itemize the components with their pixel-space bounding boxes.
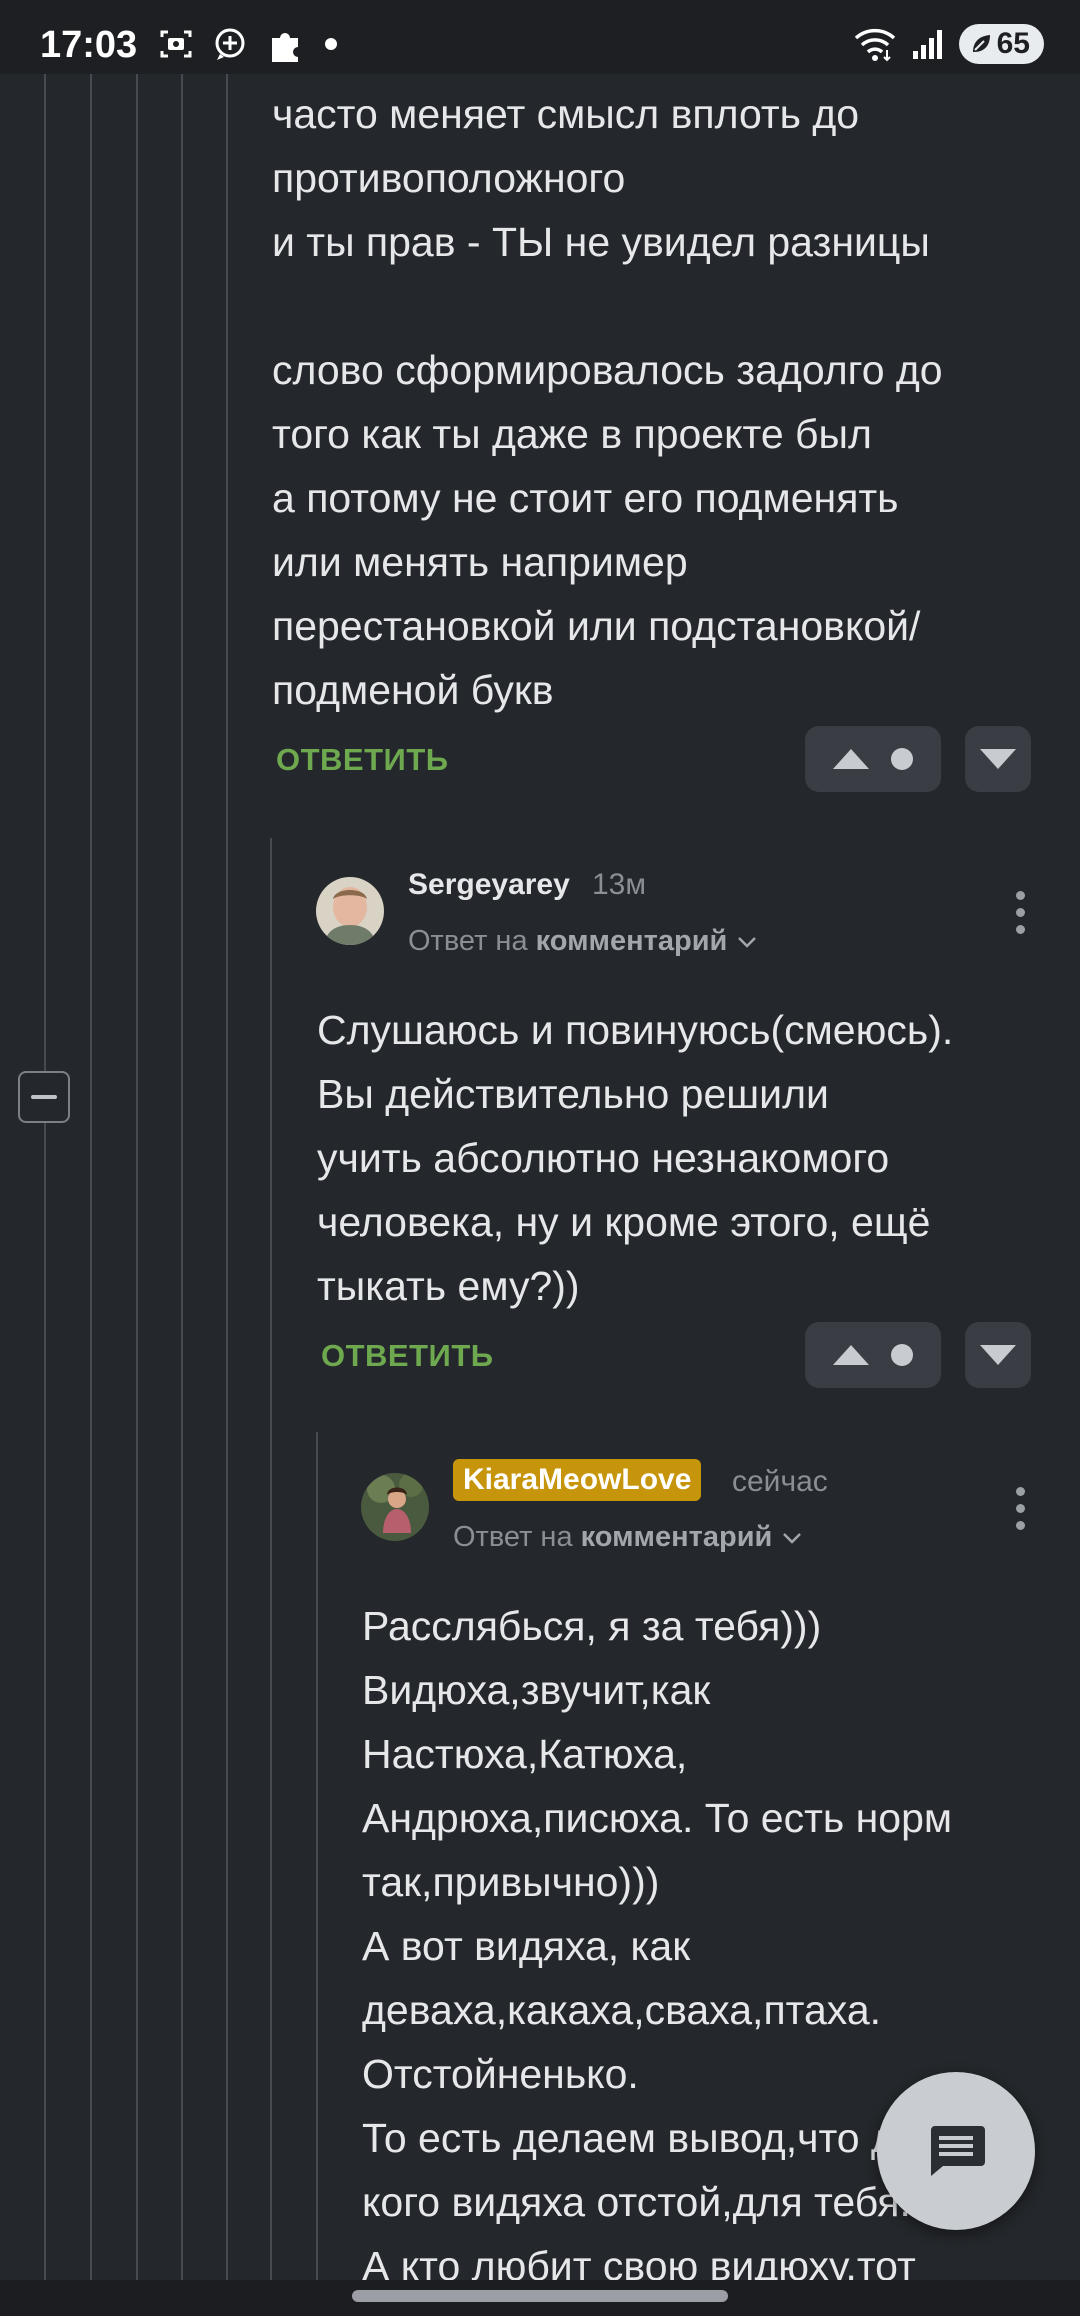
battery-level: 65 <box>996 27 1030 60</box>
comment-author[interactable]: KiaraMeowLove <box>453 1459 702 1501</box>
avatar-kiarameowlove <box>361 1473 429 1541</box>
comment-line: деваха,какаха,сваха,птаха. <box>362 1987 882 2033</box>
rating-dot-icon <box>891 1344 913 1366</box>
reply-to-link[interactable]: Ответ на комментарий <box>453 1521 804 1554</box>
reply-to-target: комментарий <box>535 925 728 957</box>
comment-line: подменой букв <box>272 667 554 713</box>
reply-button[interactable]: ОТВЕТИТЬ <box>276 742 449 778</box>
thread-line <box>270 838 272 2280</box>
comment-line: То есть делаем вывод,что для <box>362 2115 942 2161</box>
reply-to-link[interactable]: Ответ на комментарий <box>408 925 759 958</box>
comment-line: учить абсолютно незнакомого <box>317 1135 890 1181</box>
comment-line: Видюха,звучит,как <box>362 1667 711 1713</box>
open-comments-button[interactable] <box>877 2072 1035 2230</box>
comment-line: так,привычно))) <box>362 1859 660 1905</box>
collapse-thread-button[interactable] <box>18 1071 70 1123</box>
comment-line: того как ты даже в проекте был <box>272 411 872 457</box>
status-time: 17:03 <box>40 24 138 66</box>
comment-time: 13м <box>592 868 646 901</box>
thread-line <box>90 74 92 2280</box>
comment-line: и ты прав - ТЫ не увидел разницы <box>272 219 930 265</box>
comment-line: противоположного <box>272 155 626 201</box>
comment-line: человека, ну и кроме этого, ещё <box>317 1199 931 1245</box>
system-icons: 65 <box>853 22 1044 66</box>
more-options-icon[interactable] <box>1010 1487 1030 1530</box>
triangle-down-icon <box>980 749 1016 769</box>
add-circle-icon <box>215 28 245 60</box>
signal-icon <box>912 30 942 59</box>
avatar-sergeyarey <box>316 877 384 945</box>
comment-line: часто меняет смысл вплоть до <box>272 91 860 137</box>
downvote-button[interactable] <box>965 1322 1031 1388</box>
screenshot-icon <box>160 30 192 58</box>
comment-line: Слушаюсь и повинуюсь(смеюсь). <box>317 1007 954 1053</box>
reply-button[interactable]: ОТВЕТИТЬ <box>321 1338 494 1374</box>
rating-dot-icon <box>891 748 913 770</box>
navigation-bar <box>0 2280 1080 2316</box>
minus-icon <box>31 1095 57 1099</box>
avatar[interactable] <box>361 1473 429 1541</box>
dot-icon <box>325 38 337 50</box>
comment-line: Настюха,Катюха, <box>362 1731 688 1777</box>
comment-line: перестановкой или подстановкой/ <box>272 603 921 649</box>
comment-text: Расслябься, я за тебя))) Видюха,звучит,к… <box>362 1594 952 2298</box>
downvote-button[interactable] <box>965 726 1031 792</box>
thread-line <box>136 74 138 2280</box>
comment-author[interactable]: Sergeyarey <box>408 868 570 902</box>
reply-to-prefix: Ответ на <box>408 925 528 957</box>
reply-to-prefix: Ответ на <box>453 1521 573 1553</box>
comment-line: Андрюха,писюха. То есть норм <box>362 1795 953 1841</box>
wifi-icon <box>854 28 895 62</box>
status-bar: 17:03 65 <box>0 0 1080 74</box>
comment-line <box>272 274 943 338</box>
avatar[interactable] <box>316 877 384 945</box>
more-options-icon[interactable] <box>1010 891 1030 934</box>
triangle-up-icon <box>833 749 869 769</box>
reply-to-target: комментарий <box>580 1521 773 1553</box>
comment-line: А вот видяха, как <box>362 1923 691 1969</box>
comment-line: Расслябься, я за тебя))) <box>362 1603 822 1649</box>
comment-line: слово сформировалось задолго до <box>272 347 943 393</box>
thread-line <box>316 1432 318 2280</box>
chevron-down-icon <box>738 937 757 948</box>
triangle-up-icon <box>833 1345 869 1365</box>
thread-line <box>181 74 183 2280</box>
comment-time: сейчас <box>732 1465 828 1498</box>
battery-indicator: 65 <box>958 24 1044 64</box>
comment-text: часто меняет смысл вплоть до противополо… <box>272 82 943 722</box>
notification-icons <box>158 22 338 66</box>
message-icon <box>931 2126 985 2176</box>
upvote-button[interactable] <box>805 726 941 792</box>
comment-line: тыкать ему?)) <box>317 1263 580 1309</box>
triangle-down-icon <box>980 1345 1016 1365</box>
chevron-down-icon <box>783 1533 802 1544</box>
comment-line: Вы действительно решили <box>317 1071 829 1117</box>
comment-line: Отстойненько. <box>362 2051 639 2097</box>
puzzle-icon <box>272 33 298 62</box>
thread-line <box>226 74 228 2280</box>
upvote-button[interactable] <box>805 1322 941 1388</box>
battery-leaf-icon <box>972 35 990 52</box>
thread-line <box>44 74 46 2280</box>
home-gesture-handle[interactable] <box>352 2290 728 2302</box>
comment-line: или менять например <box>272 539 688 585</box>
comment-line: кого видяха отстой,для тебя. <box>362 2179 911 2225</box>
comment-text: Слушаюсь и повинуюсь(смеюсь). Вы действи… <box>317 998 953 1318</box>
comment-line: а потому не стоит его подменять <box>272 475 899 521</box>
